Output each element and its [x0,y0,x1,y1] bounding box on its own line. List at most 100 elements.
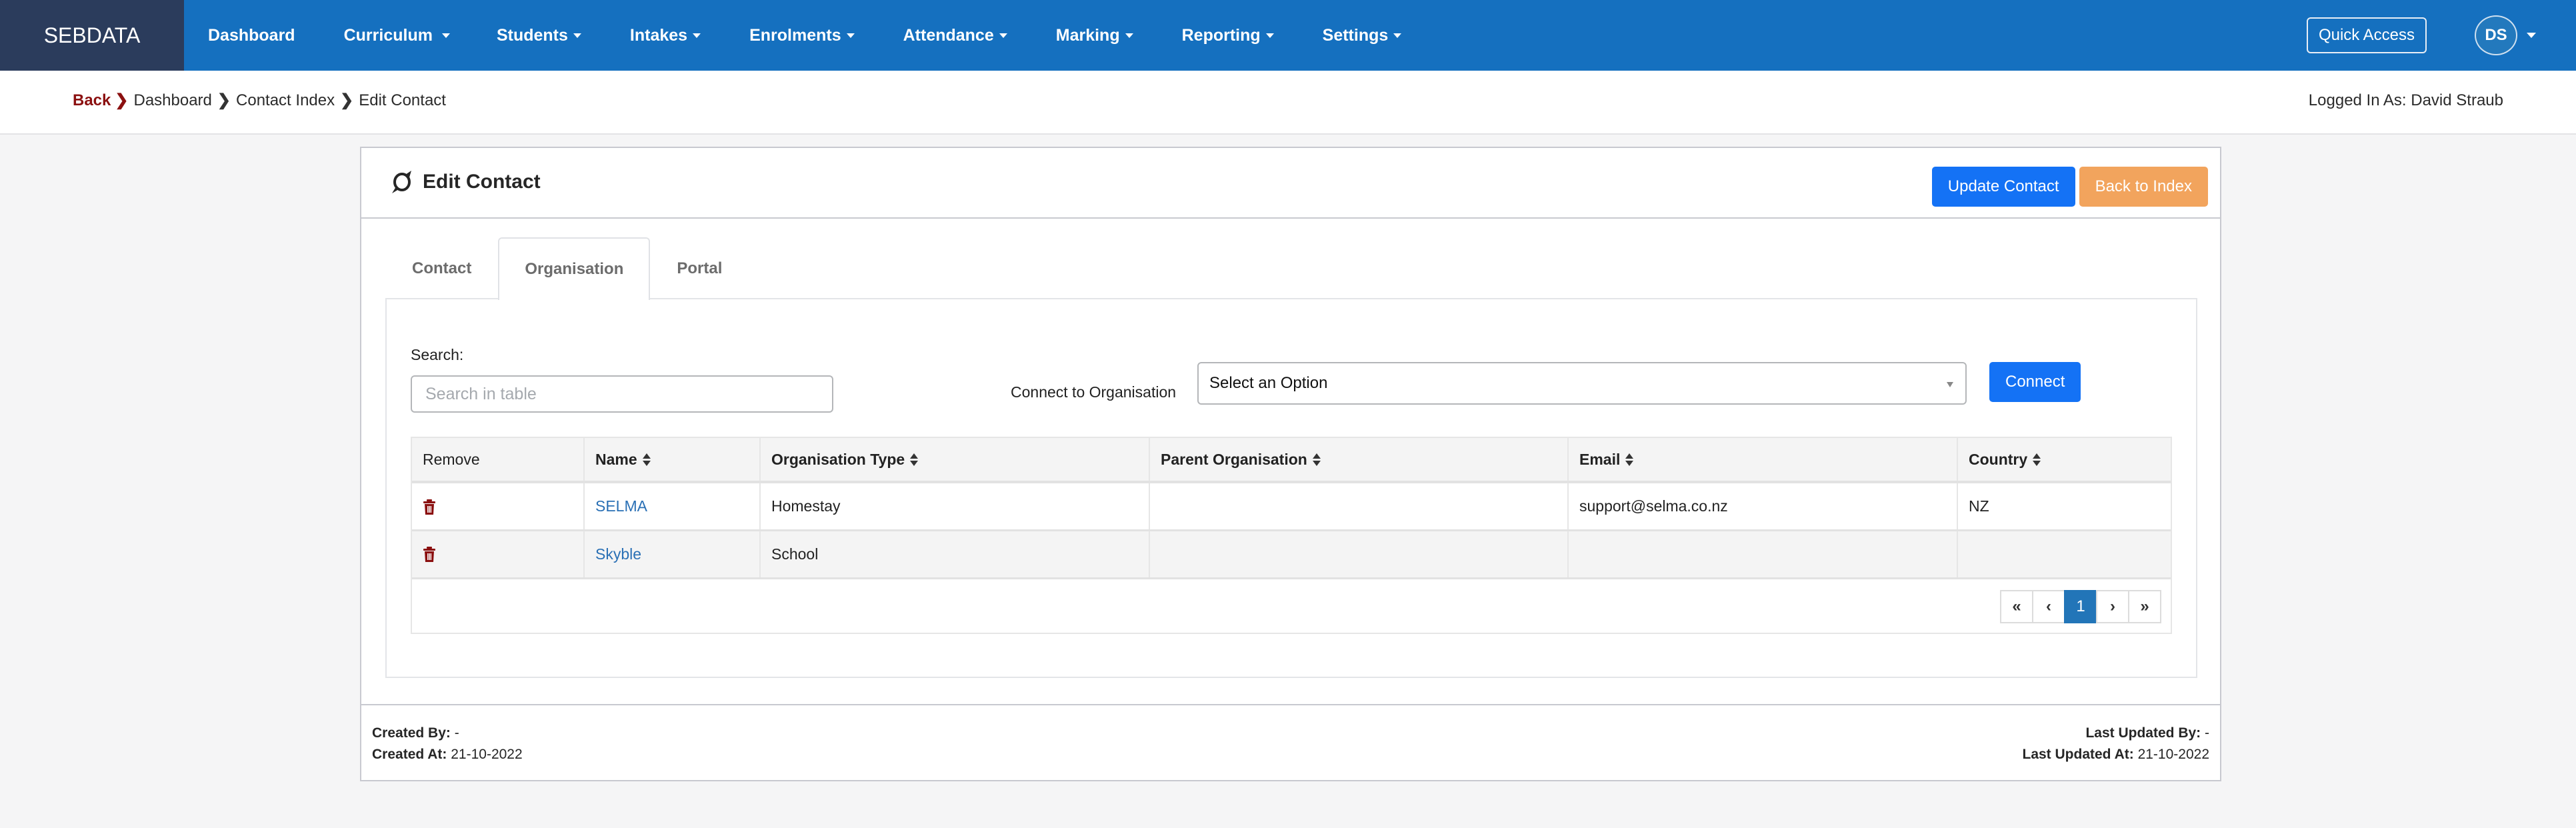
parent-cell [1149,482,1569,530]
remove-cell [412,530,585,578]
logged-in-user: Logged In As: David Straub [2308,91,2503,109]
nav-item-attendance[interactable]: Attendance [903,26,1007,45]
breadcrumb-bar: Back ❯ Dashboard ❯ Contact Index ❯ Edit … [0,71,2576,135]
created-by: Created By: - [372,723,523,744]
parent-cell [1149,530,1569,578]
nav-item-reporting[interactable]: Reporting [1182,26,1274,45]
column-header-organisation-type[interactable]: Organisation Type [760,438,1150,482]
nav-label: Curriculum [343,25,433,45]
breadcrumb-contact-index[interactable]: Contact Index [236,91,335,110]
header-label: Country [1969,450,2028,468]
organisation-link[interactable]: Skyble [595,545,641,563]
remove-cell [412,482,585,530]
trash-icon[interactable] [423,499,436,515]
column-header-parent-organisation[interactable]: Parent Organisation [1149,438,1569,482]
organisation-tab-pane: Search: Connect to Organisation Select a… [385,298,2197,678]
type-cell: School [760,530,1150,578]
created-by-value: - [454,725,459,741]
quick-access-button[interactable]: Quick Access [2306,17,2427,53]
caret-down-icon [1265,33,1274,38]
nav-item-enrolments[interactable]: Enrolments [749,26,855,45]
nav-item-students[interactable]: Students [497,26,581,45]
caret-down-icon [846,33,855,38]
column-header-email[interactable]: Email [1568,438,1958,482]
organisation-select[interactable]: Select an Option [1197,362,1967,405]
sort-icon[interactable] [1312,453,1321,467]
nav-menu: Dashboard Curriculum Students Intakes En… [208,0,1450,71]
table-row: SELMA Homestay support@selma.co.nz NZ [412,482,2171,530]
connect-organisation-label: Connect to Organisation [1011,383,1177,401]
nav-right: Quick Access DS [2306,0,2576,71]
caret-down-icon [693,33,701,38]
nav-item-settings[interactable]: Settings [1323,26,1402,45]
page-last-button[interactable]: » [2128,590,2161,623]
breadcrumb-back-link[interactable]: Back [73,91,111,110]
back-to-index-button[interactable]: Back to Index [2079,167,2208,207]
table-header-row: Remove Name Organisation Type Parent Org… [412,438,2171,482]
country-cell: NZ [1969,497,1989,515]
nav-label: Reporting [1181,25,1261,45]
dropdown-arrow-icon [1947,382,1953,387]
search-input[interactable] [411,375,833,413]
chevron-right-icon: ❯ [340,91,354,109]
header-label: Name [595,450,637,468]
name-cell: SELMA [584,482,761,530]
tab-portal[interactable]: Portal [650,237,749,299]
sort-icon[interactable] [910,453,919,467]
search-label: Search: [411,346,464,363]
breadcrumb-current: Edit Contact [359,91,446,109]
tab-organisation[interactable]: Organisation [498,237,651,300]
card-header: Edit Contact Update Contact Back to Inde… [361,148,2220,219]
page-next-button[interactable]: › [2096,590,2129,623]
email-cell: support@selma.co.nz [1568,482,1958,530]
caret-down-icon [573,33,581,38]
user-menu-caret-icon[interactable] [2527,33,2536,38]
column-header-remove: Remove [412,438,585,482]
nav-item-intakes[interactable]: Intakes [630,26,701,45]
tab-contact[interactable]: Contact [385,237,498,299]
organisation-link[interactable]: SELMA [595,497,647,515]
sort-icon[interactable] [642,453,651,467]
edit-contact-card: Edit Contact Update Contact Back to Inde… [360,147,2221,781]
trash-icon[interactable] [423,547,436,563]
created-at-value: 21-10-2022 [451,747,523,762]
page-first-button[interactable]: « [2000,590,2033,623]
user-avatar[interactable]: DS [2475,15,2517,55]
breadcrumb: Back ❯ Dashboard ❯ Contact Index ❯ Edit … [73,91,446,110]
chevron-right-icon: ❯ [217,91,231,109]
updated-by-label: Last Updated By: [2085,725,2201,741]
connect-button[interactable]: Connect [1989,362,2081,402]
column-header-country[interactable]: Country [1957,438,2171,482]
nav-item-dashboard[interactable]: Dashboard [208,26,295,45]
nav-item-curriculum[interactable]: Curriculum [344,26,450,45]
updated-by-value: - [2205,725,2209,741]
nav-label: Attendance [903,25,994,45]
sort-icon[interactable] [1625,453,1634,467]
update-contact-button[interactable]: Update Contact [1931,167,2075,207]
updated-at-label: Last Updated At: [2022,747,2134,762]
created-at: Created At: 21-10-2022 [372,744,523,765]
created-by-label: Created By: [372,725,451,741]
caret-down-icon [999,33,1007,38]
sort-icon[interactable] [2033,453,2041,467]
organisations-table: Remove Name Organisation Type Parent Org… [411,437,2172,634]
country-cell [1957,530,2171,578]
edit-contact-icon [392,171,411,193]
nav-label: Marking [1055,25,1120,45]
header-actions: Update Contact Back to Index [1931,167,2208,207]
page-current-button[interactable]: 1 [2064,590,2097,623]
nav-item-marking[interactable]: Marking [1056,26,1133,45]
updated-at: Last Updated At: 21-10-2022 [2023,744,2210,765]
breadcrumb-dashboard[interactable]: Dashboard [133,91,211,110]
nav-label: Enrolments [749,25,841,45]
caret-down-icon [1125,33,1133,38]
page-prev-button[interactable]: ‹ [2032,590,2065,623]
top-navbar: SEBDATA Dashboard Curriculum Students In… [0,0,2576,71]
updated-at-value: 21-10-2022 [2137,747,2209,762]
caret-down-icon [441,33,450,38]
brand-logo[interactable]: SEBDATA [0,0,184,71]
created-at-label: Created At: [372,747,447,762]
table-row: Skyble School [412,530,2171,578]
contact-tabs: Contact Organisation Portal [385,237,749,300]
column-header-name[interactable]: Name [584,438,761,482]
